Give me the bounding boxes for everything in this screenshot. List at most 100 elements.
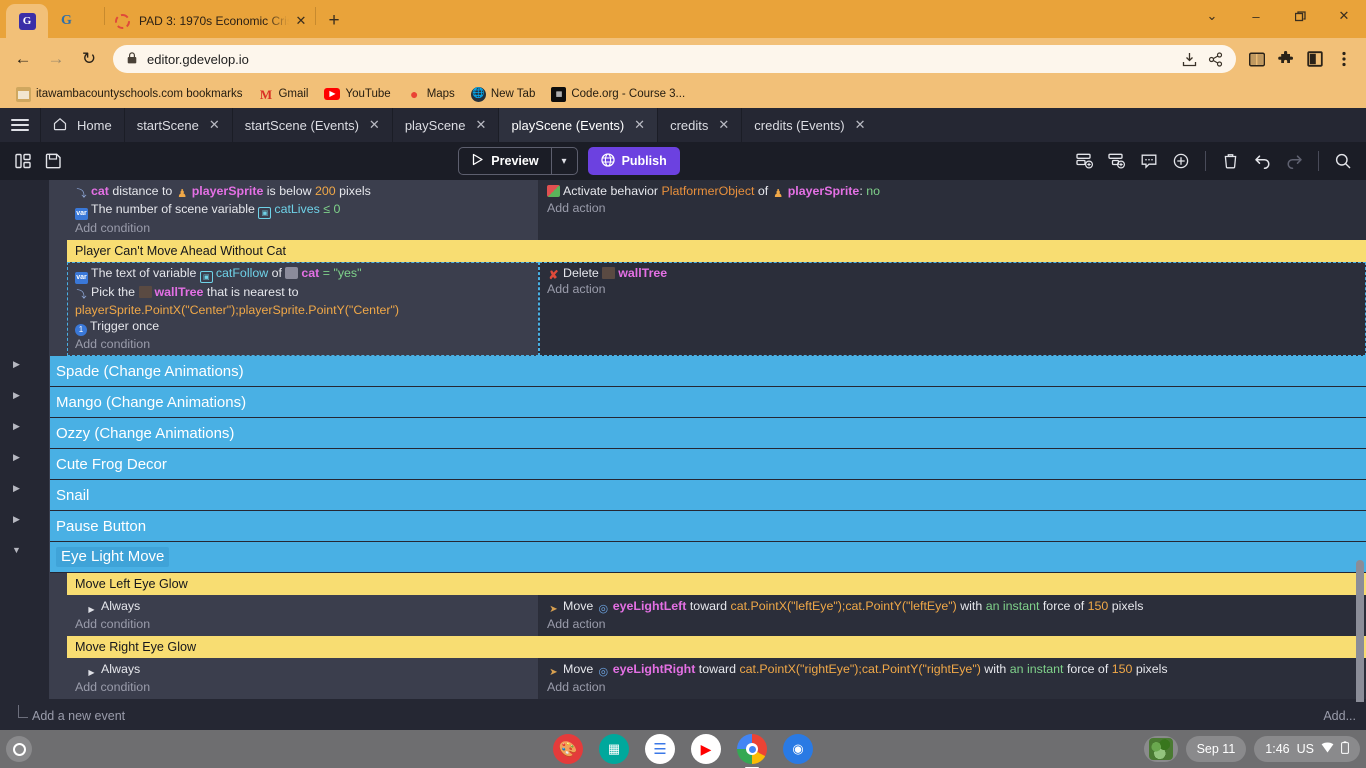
close-icon[interactable]: ✕ <box>634 117 645 133</box>
group-toggle-eye-light-move[interactable]: ▼ <box>0 542 33 573</box>
group-label[interactable]: Spade (Change Animations) <box>50 356 1366 387</box>
launcher-circle-icon[interactable] <box>6 736 32 762</box>
conditions-column[interactable]: ▶ Always Add condition <box>67 595 539 636</box>
address-bar[interactable]: editor.gdevelop.io <box>113 45 1236 73</box>
preview-button[interactable]: Preview <box>459 148 550 174</box>
group-toggle-snail[interactable]: ▶ <box>0 480 33 511</box>
event-gutter[interactable] <box>0 636 33 658</box>
avatar[interactable] <box>1143 736 1178 762</box>
bookmark-gmail[interactable]: M Gmail <box>252 85 314 104</box>
condition-always[interactable]: ▶ Always <box>75 598 530 616</box>
youtube-app-icon[interactable]: ▶ <box>691 734 721 764</box>
action-move-eyelightleft[interactable]: ➤ Move ◎ eyeLightLeft toward cat.PointX("l… <box>547 598 1358 616</box>
minimize-icon[interactable]: – <box>1234 0 1278 32</box>
bookmark-youtube[interactable]: ▶ YouTube <box>318 86 396 102</box>
add-condition-link[interactable]: Add condition <box>75 679 530 696</box>
event-drag-handle[interactable] <box>50 636 67 658</box>
action-activate-behavior[interactable]: Activate behavior PlatformerObject of ♟ p… <box>547 183 1358 200</box>
comment-row-move-left-eye[interactable]: Move Left Eye Glow <box>0 573 1366 595</box>
add-action-right-link[interactable]: Add... <box>1323 709 1356 723</box>
event-drag-handle[interactable] <box>50 180 67 240</box>
condition-catfollow-text[interactable]: var The text of variable ▣ catFollow of ca… <box>75 265 530 284</box>
event-drag-handle[interactable] <box>50 573 67 595</box>
comment-row-player-cant-move[interactable]: Player Can't Move Ahead Without Cat <box>0 240 1366 262</box>
event-gutter[interactable] <box>0 595 33 636</box>
actions-column[interactable]: ➤ Move ◎ eyeLightLeft toward cat.PointX("l… <box>539 595 1366 636</box>
bookmark-new-tab[interactable]: 🌐 New Tab <box>465 85 542 104</box>
actions-column[interactable]: ✘ Delete wallTree Add action <box>539 262 1366 356</box>
group-label[interactable]: Pause Button <box>50 511 1366 542</box>
actions-column[interactable]: ➤ Move ◎ eyeLightRight toward cat.PointX("… <box>539 658 1366 699</box>
bookmark-maps[interactable]: ● Maps <box>401 85 461 104</box>
event-drag-handle[interactable] <box>50 658 67 699</box>
close-icon[interactable]: ✕ <box>293 13 309 29</box>
add-sub-event-icon[interactable] <box>1070 147 1100 175</box>
add-event-icon[interactable] <box>1102 147 1132 175</box>
group-row-eye-light-move[interactable]: ▼ Eye Light Move <box>0 542 1366 573</box>
comment-text[interactable]: Move Right Eye Glow <box>67 636 1366 658</box>
event-gutter[interactable] <box>0 180 33 240</box>
group-toggle-ozzy[interactable]: ▶ <box>0 418 33 449</box>
event-gutter[interactable] <box>0 658 33 699</box>
gd-tab-credits[interactable]: credits ✕ <box>657 108 741 142</box>
event-gutter[interactable] <box>0 573 33 595</box>
group-label[interactable]: Cute Frog Decor <box>50 449 1366 480</box>
add-condition-link[interactable]: Add condition <box>75 336 530 353</box>
condition-catlives[interactable]: var The number of scene variable ▣ catLive… <box>75 201 530 220</box>
group-toggle-mango[interactable]: ▶ <box>0 387 33 418</box>
gd-tab-playscene[interactable]: playScene ✕ <box>391 108 499 142</box>
tab-gdevelop[interactable]: G <box>48 4 104 38</box>
hamburger-icon[interactable] <box>0 108 40 142</box>
conditions-column[interactable]: var The text of variable ▣ catFollow of ca… <box>67 262 539 356</box>
group-row-ozzy[interactable]: ▶ Ozzy (Change Animations) <box>0 418 1366 449</box>
publish-button[interactable]: Publish <box>587 147 680 175</box>
condition-trigger-once[interactable]: 1 Trigger once <box>75 318 530 336</box>
add-action-link[interactable]: Add action <box>547 200 1358 217</box>
comment-text[interactable]: Player Can't Move Ahead Without Cat <box>67 240 1366 262</box>
condition-cat-distance[interactable]: ⤵ cat distance to ♟ playerSprite is below … <box>75 183 530 201</box>
search-icon[interactable] <box>1328 147 1358 175</box>
close-icon[interactable]: ✕ <box>718 117 729 133</box>
group-row-pause-button[interactable]: ▶ Pause Button <box>0 511 1366 542</box>
comment-row-move-right-eye[interactable]: Move Right Eye Glow <box>0 636 1366 658</box>
reading-list-icon[interactable] <box>1301 45 1329 73</box>
group-label[interactable]: Mango (Change Animations) <box>50 387 1366 418</box>
tab-search-caret-icon[interactable]: ⌄ <box>1190 0 1234 32</box>
actions-column[interactable]: Activate behavior PlatformerObject of ♟ p… <box>539 180 1366 240</box>
new-tab-button[interactable]: + <box>320 7 348 35</box>
conditions-column[interactable]: ▶ Always Add condition <box>67 658 539 699</box>
back-button[interactable]: ← <box>8 44 38 74</box>
action-move-eyelightright[interactable]: ➤ Move ◎ eyeLightRight toward cat.PointX("… <box>547 661 1358 679</box>
group-row-snail[interactable]: ▶ Snail <box>0 480 1366 511</box>
install-icon[interactable] <box>1176 46 1202 72</box>
extensions-puzzle-icon[interactable] <box>1272 45 1300 73</box>
event-gutter[interactable] <box>0 240 33 262</box>
gd-tab-startscene-events[interactable]: startScene (Events) ✕ <box>231 108 392 142</box>
reload-button[interactable]: ↻ <box>74 44 104 74</box>
add-action-link[interactable]: Add action <box>547 679 1358 696</box>
preview-button-group[interactable]: Preview ▾ <box>458 147 578 175</box>
docs-app-icon[interactable]: ☰ <box>645 734 675 764</box>
comment-text[interactable]: Move Left Eye Glow <box>67 573 1366 595</box>
add-object-icon[interactable] <box>1166 147 1196 175</box>
chevron-down-icon[interactable]: ▾ <box>550 148 577 174</box>
share-icon[interactable] <box>1202 46 1228 72</box>
event-gutter[interactable] <box>0 262 33 356</box>
chrome-menu-icon[interactable] <box>1330 45 1358 73</box>
close-icon[interactable]: ✕ <box>369 117 380 133</box>
event-row-move-right-eye[interactable]: ▶ Always Add condition ➤ Move ◎ eyeLightRig… <box>0 658 1366 699</box>
event-row-cat-distance[interactable]: ⤵ cat distance to ♟ playerSprite is below … <box>0 180 1366 240</box>
bookmark-itawamba[interactable]: itawambacountyschools.com bookmarks <box>10 85 248 104</box>
delete-icon[interactable] <box>1215 147 1245 175</box>
date-pill[interactable]: Sep 11 <box>1185 736 1247 762</box>
group-row-spade[interactable]: ▶ Spade (Change Animations) <box>0 356 1366 387</box>
side-panel-icon[interactable] <box>1243 45 1271 73</box>
add-action-link[interactable]: Add action <box>547 281 1358 298</box>
open-project-manager-icon[interactable] <box>8 147 38 175</box>
event-row-move-left-eye[interactable]: ▶ Always Add condition ➤ Move ◎ eyeLightLef… <box>0 595 1366 636</box>
chrome-app-icon[interactable] <box>737 734 767 768</box>
group-label[interactable]: Eye Light Move <box>50 542 1366 573</box>
group-toggle-pause-button[interactable]: ▶ <box>0 511 33 542</box>
maximize-icon[interactable] <box>1278 0 1322 32</box>
gd-tab-home[interactable]: Home <box>40 108 124 142</box>
